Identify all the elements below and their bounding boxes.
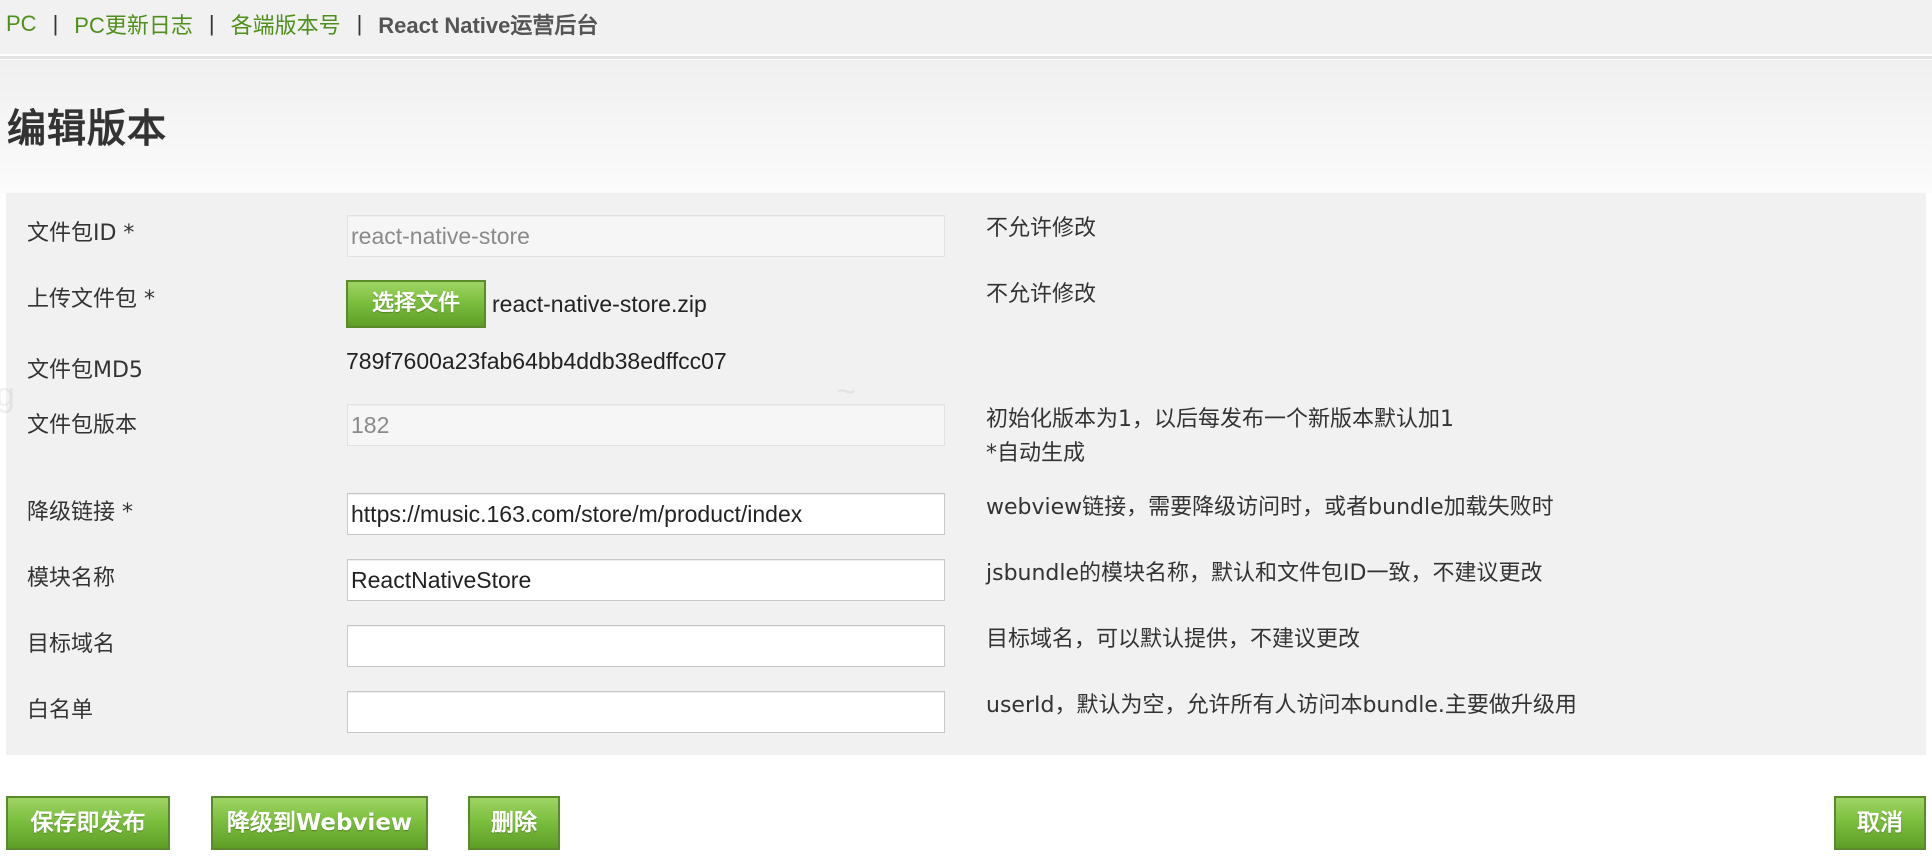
version-label: 文件包版本 [27, 413, 138, 438]
target-domain-input[interactable] [347, 625, 945, 667]
upload-note: 不允许修改 [986, 282, 1097, 307]
page-title: 编辑版本 [7, 107, 168, 152]
version-input[interactable] [347, 404, 945, 446]
uploaded-filename: react-native-store.zip [492, 290, 707, 317]
whitelist-note: userId，默认为空，允许所有人访问本bundle.主要做升级用 [986, 693, 1577, 718]
fallback-url-label: 降级链接 * [27, 500, 133, 525]
downgrade-webview-button[interactable]: 降级到Webview [211, 796, 428, 850]
package-id-note: 不允许修改 [986, 216, 1097, 241]
module-name-input[interactable] [347, 559, 945, 601]
edit-version-form: g ~ 文件包ID * 不允许修改 上传文件包 * 选择文件react-nati… [0, 193, 1926, 755]
top-nav-bar: PC | PC更新日志 | 各端版本号 | React Native运营后台 [0, 0, 1932, 56]
nav-separator: | [52, 11, 59, 36]
md5-value: 789f7600a23fab64bb4ddb38edffcc07 [346, 348, 727, 374]
module-name-label: 模块名称 [27, 566, 116, 591]
nav-current-page: React Native运营后台 [378, 13, 599, 38]
version-note: 初始化版本为1，以后每发布一个新版本默认加1 *自动生成 [986, 403, 1454, 471]
module-name-note: jsbundle的模块名称，默认和文件包ID一致，不建议更改 [986, 561, 1543, 586]
package-id-input[interactable] [347, 215, 945, 257]
cancel-button[interactable]: 取消 [1834, 796, 1926, 850]
watermark: g [0, 376, 15, 414]
fallback-url-note: webview链接，需要降级访问时，或者bundle加载失败时 [986, 495, 1554, 520]
save-publish-button[interactable]: 保存即发布 [6, 796, 170, 850]
upload-label: 上传文件包 * [27, 287, 155, 312]
target-domain-note: 目标域名，可以默认提供，不建议更改 [986, 627, 1361, 652]
whitelist-input[interactable] [347, 691, 945, 733]
version-note-line1: 初始化版本为1，以后每发布一个新版本默认加1 [986, 407, 1454, 432]
fallback-url-input[interactable] [347, 493, 945, 535]
header-area [0, 60, 1932, 193]
package-id-label: 文件包ID * [27, 221, 135, 246]
choose-file-button[interactable]: 选择文件 [346, 280, 486, 328]
delete-button[interactable]: 删除 [468, 796, 560, 850]
nav-link-version-numbers[interactable]: 各端版本号 [231, 8, 341, 40]
nav-separator: | [356, 11, 363, 36]
md5-label: 文件包MD5 [27, 358, 143, 383]
nav-link-pc[interactable]: PC [6, 11, 37, 37]
nav-link-pc-changelog[interactable]: PC更新日志 [74, 8, 193, 40]
target-domain-label: 目标域名 [27, 632, 116, 657]
version-note-line2: *自动生成 [986, 441, 1086, 466]
whitelist-label: 白名单 [27, 698, 94, 723]
nav-separator: | [208, 11, 215, 36]
